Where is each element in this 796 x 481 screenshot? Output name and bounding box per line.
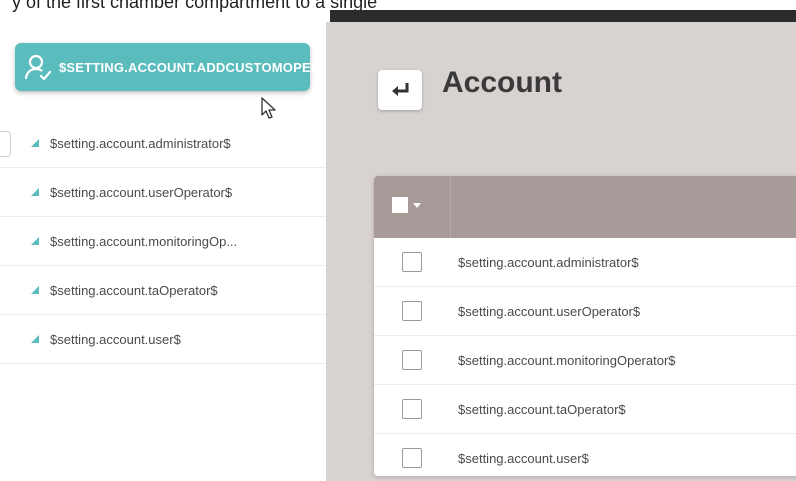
triangle-icon	[31, 335, 39, 343]
sidebar-item-label: $setting.account.monitoringOp...	[50, 233, 238, 249]
row-label: $setting.account.monitoringOperator$	[458, 352, 676, 368]
table-row[interactable]: $setting.account.taOperator$	[374, 385, 796, 434]
operator-list: $setting.account.administrator$ $setting…	[0, 119, 326, 364]
triangle-icon	[31, 139, 39, 147]
row-label: $setting.account.user$	[458, 450, 589, 466]
row-checkbox[interactable]	[402, 448, 422, 468]
sidebar-item-administrator[interactable]: $setting.account.administrator$	[0, 119, 326, 168]
sidebar-item-label: $setting.account.taOperator$	[50, 282, 218, 298]
window-top-bar	[330, 10, 796, 22]
sidebar-item-monitoring-operator[interactable]: $setting.account.monitoringOp...	[0, 217, 326, 266]
table-row[interactable]: $setting.account.monitoringOperator$	[374, 336, 796, 385]
sidebar-item-label: $setting.account.administrator$	[50, 135, 231, 151]
row-label: $setting.account.taOperator$	[458, 401, 626, 417]
sidebar-item-label: $setting.account.userOperator$	[50, 184, 233, 200]
sidebar-item-user[interactable]: $setting.account.user$	[0, 315, 326, 364]
row-checkbox[interactable]	[402, 252, 422, 272]
select-all-checkbox[interactable]	[392, 197, 408, 213]
add-custom-operator-button[interactable]: $SETTING.ACCOUNT.ADDCUSTOMOPERATORS	[15, 43, 366, 91]
triangle-icon	[31, 237, 39, 245]
caret-down-icon[interactable]	[413, 203, 421, 208]
header-divider	[450, 176, 451, 238]
row-label: $setting.account.administrator$	[458, 254, 639, 270]
row-checkbox[interactable]	[402, 350, 422, 370]
sidebar-item-label: $setting.account.user$	[50, 331, 181, 347]
caption-text: y of the first chamber compartment to a …	[12, 0, 378, 12]
row-checkbox[interactable]	[402, 399, 422, 419]
user-add-icon	[24, 54, 52, 81]
row-checkbox[interactable]	[402, 301, 422, 321]
main-panel: Account $setting.account.administrator$ …	[326, 22, 796, 481]
table-row[interactable]: $setting.account.user$	[374, 434, 796, 476]
sidebar-item-user-operator[interactable]: $setting.account.userOperator$	[0, 168, 326, 217]
sidebar-item-ta-operator[interactable]: $setting.account.taOperator$	[0, 266, 326, 315]
table-row[interactable]: $setting.account.administrator$	[374, 238, 796, 287]
sidebar: $SETTING.ACCOUNT.ADDCUSTOMOPERATORS $set…	[0, 22, 366, 481]
triangle-icon	[31, 286, 39, 294]
triangle-icon	[31, 188, 39, 196]
add-button-label: $SETTING.ACCOUNT.ADDCUSTOMOPERATORS	[59, 59, 366, 75]
page-title: Account	[442, 66, 562, 99]
table-row[interactable]: $setting.account.userOperator$	[374, 287, 796, 336]
table-header	[374, 176, 796, 238]
operators-table: $setting.account.administrator$ $setting…	[374, 176, 796, 476]
return-arrow-icon	[392, 83, 409, 96]
back-button[interactable]	[378, 70, 422, 110]
row-label: $setting.account.userOperator$	[458, 303, 641, 319]
